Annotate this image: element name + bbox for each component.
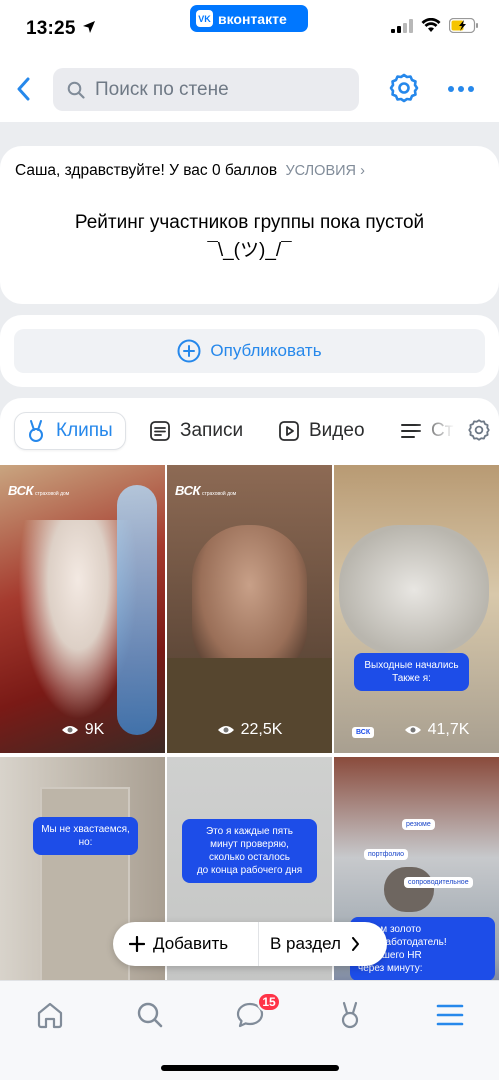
video-icon	[279, 421, 299, 441]
tabs-settings-button[interactable]	[467, 418, 491, 447]
wall-search-input[interactable]: Поиск по стене	[53, 68, 359, 111]
battery-icon	[449, 18, 478, 33]
clip-tile[interactable]: Выходные начались Также я: ВСК 41,7K	[334, 465, 499, 753]
search-icon	[67, 81, 85, 99]
greeting-text: Саша, здравствуйте! У вас 0 баллов	[15, 162, 278, 179]
content-tabs: Клипы Записи Видео Ст	[0, 410, 499, 454]
clip-views: 9K	[0, 721, 165, 739]
tab-video[interactable]: Видео	[278, 412, 365, 450]
clip-thumbnail-staff	[117, 485, 157, 735]
tab-video-label: Видео	[309, 420, 365, 441]
status-time: 13:25	[26, 18, 76, 39]
eye-icon	[61, 726, 78, 734]
system-icons	[391, 18, 479, 33]
vsk-badge: ВСК	[352, 727, 375, 738]
messages-badge: 15	[257, 992, 281, 1012]
eye-icon	[404, 726, 421, 734]
vsk-logo: ВСК страховой дом	[8, 483, 70, 498]
nav-home[interactable]	[30, 995, 70, 1035]
rating-greeting: Саша, здравствуйте! У вас 0 баллов УСЛОВ…	[15, 162, 365, 180]
tabs-fade	[415, 410, 455, 454]
nav-menu[interactable]	[430, 995, 470, 1035]
clip-views-count: 9K	[84, 721, 105, 738]
clip-thumbnail	[339, 525, 489, 655]
clip-thumbnail-cat	[384, 867, 434, 912]
clip-thumbnail	[192, 525, 307, 675]
wifi-icon	[421, 18, 441, 32]
rating-empty-text: Рейтинг участников группы пока пустой	[74, 212, 425, 233]
clip-caption-text: Выходные начались Также я:	[364, 660, 459, 684]
back-button[interactable]	[10, 74, 36, 104]
chevron-right-icon: ›	[360, 163, 365, 179]
publish-button[interactable]: Опубликовать	[14, 329, 485, 373]
clip-tile[interactable]: ВСК страховой дом 9K	[0, 465, 165, 753]
menu-icon	[436, 1004, 464, 1026]
add-circle-icon	[177, 339, 201, 363]
vk-logo-icon: VK	[196, 10, 213, 27]
gear-icon	[468, 419, 490, 441]
to-section-button[interactable]: В раздел	[259, 922, 387, 966]
rating-empty-message: Рейтинг участников группы пока пустой ¯\…	[0, 209, 499, 265]
clip-label: портфолио	[364, 849, 409, 860]
nav-search[interactable]	[130, 995, 170, 1035]
tab-clips[interactable]: Клипы	[14, 412, 126, 450]
content-feed: Клипы Записи Видео Ст ВСКстраховой до	[0, 398, 499, 998]
clip-caption: Мы не хвастаемся, но:	[33, 817, 138, 855]
rating-card: Саша, здравствуйте! У вас 0 баллов УСЛОВ…	[0, 146, 499, 304]
clip-views: 41,7K	[374, 721, 499, 739]
home-icon	[37, 1002, 63, 1029]
tab-clips-label: Клипы	[56, 420, 113, 441]
tab-posts-label: Записи	[180, 420, 244, 441]
shrug-emoticon: ¯\_(ツ)_/¯	[207, 240, 292, 261]
section-label: В раздел	[270, 934, 341, 953]
nav-clips[interactable]	[330, 995, 370, 1035]
status-bar: 13:25 VK вконтакте	[0, 0, 499, 56]
clip-tile[interactable]: ВСК страховой дом 22,5K	[167, 465, 332, 753]
home-indicator	[161, 1065, 339, 1071]
top-bar: Поиск по стене	[0, 56, 499, 122]
search-placeholder: Поиск по стене	[95, 78, 229, 100]
publish-label: Опубликовать	[210, 341, 322, 360]
floating-action-bar: Добавить В раздел	[113, 922, 387, 966]
vk-app-badge-label: вконтакте	[218, 10, 287, 27]
tab-posts[interactable]: Записи	[149, 412, 243, 450]
posts-icon	[150, 421, 170, 441]
clips-icon	[29, 420, 43, 442]
search-icon	[137, 1002, 163, 1028]
clips-icon	[341, 1001, 359, 1029]
gear-icon	[389, 73, 419, 103]
publish-card: Опубликовать	[0, 315, 499, 387]
clip-views: 22,5K	[167, 721, 332, 739]
clip-caption: Это я каждые пять минут проверяю, скольк…	[182, 819, 317, 883]
chevron-right-icon	[351, 937, 359, 951]
eye-icon	[217, 726, 234, 734]
add-label: Добавить	[153, 934, 229, 953]
clip-views-count: 22,5K	[240, 721, 283, 738]
add-clip-button[interactable]: Добавить	[113, 922, 258, 966]
conditions-link[interactable]: УСЛОВИЯ ›	[285, 163, 364, 179]
settings-button[interactable]	[388, 72, 420, 109]
conditions-label: УСЛОВИЯ	[285, 163, 357, 179]
clip-caption-text: Мы не хвастаемся, но:	[41, 824, 130, 848]
clip-label: резюме	[402, 819, 435, 830]
clip-caption: Выходные начались Также я:	[354, 653, 469, 691]
chevron-left-icon	[17, 77, 30, 101]
vk-app-badge[interactable]: VK вконтакте	[190, 5, 308, 32]
clip-views-count: 41,7K	[427, 721, 470, 738]
cellular-signal-icon	[391, 18, 413, 33]
clip-label: сопроводительное	[404, 877, 473, 888]
plus-icon	[129, 936, 145, 952]
vsk-logo: ВСК страховой дом	[175, 483, 237, 498]
more-options-button[interactable]	[448, 86, 474, 92]
location-arrow-icon	[83, 21, 95, 33]
clip-caption-text: Это я каждые пять минут проверяю, скольк…	[196, 826, 303, 876]
